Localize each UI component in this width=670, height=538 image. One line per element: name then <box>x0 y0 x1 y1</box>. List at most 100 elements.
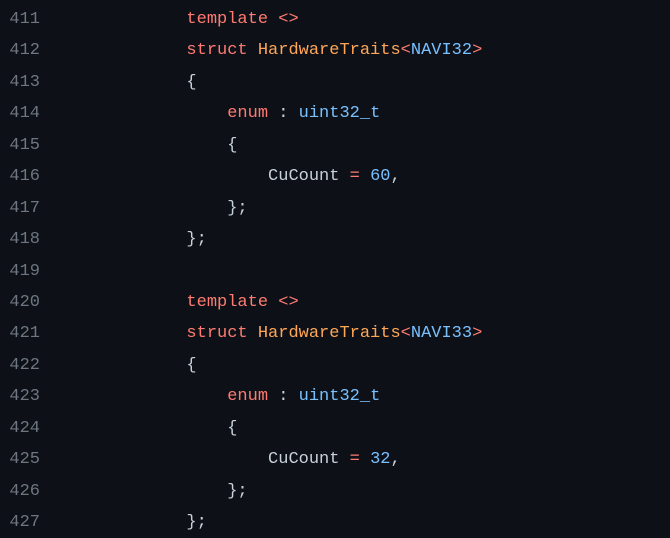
code-line: 420 template <> <box>0 287 670 318</box>
line-number: 424 <box>0 413 64 444</box>
token-num: 60 <box>370 167 390 186</box>
code-content: struct HardwareTraits<NAVI33> <box>64 318 482 349</box>
token-op: > <box>472 324 482 343</box>
token-punc: , <box>390 450 400 469</box>
code-content: { <box>64 350 197 381</box>
token-kw: template <box>186 10 268 29</box>
line-number: 417 <box>0 193 64 224</box>
code-content: CuCount = 32, <box>64 444 401 475</box>
code-content: CuCount = 60, <box>64 161 401 192</box>
token-cls: HardwareTraits <box>258 41 401 60</box>
code-content: enum : uint32_t <box>64 381 380 412</box>
token-punc: { <box>64 419 237 438</box>
line-number: 425 <box>0 444 64 475</box>
code-line: 413 { <box>0 67 670 98</box>
line-number: 415 <box>0 130 64 161</box>
token-punc <box>64 41 186 60</box>
code-content: { <box>64 130 237 161</box>
token-punc: }; <box>64 199 248 218</box>
line-number: 426 <box>0 476 64 507</box>
line-number: 427 <box>0 507 64 538</box>
token-op: <> <box>278 10 298 29</box>
code-content: enum : uint32_t <box>64 98 380 129</box>
code-line: 423 enum : uint32_t <box>0 381 670 412</box>
line-number: 413 <box>0 67 64 98</box>
token-op: = <box>350 167 360 186</box>
token-punc <box>248 41 258 60</box>
code-line: 412 struct HardwareTraits<NAVI32> <box>0 35 670 66</box>
code-line: 418 }; <box>0 224 670 255</box>
token-type: NAVI33 <box>411 324 472 343</box>
token-punc <box>268 293 278 312</box>
code-editor: 411 template <>412 struct HardwareTraits… <box>0 4 670 538</box>
line-number: 420 <box>0 287 64 318</box>
token-kw: template <box>186 293 268 312</box>
line-number: 414 <box>0 98 64 129</box>
token-punc <box>360 450 370 469</box>
token-id: CuCount <box>268 450 339 469</box>
code-content: template <> <box>64 287 299 318</box>
token-punc <box>248 324 258 343</box>
token-punc: , <box>390 167 400 186</box>
code-content: }; <box>64 507 207 538</box>
code-line: 426 }; <box>0 476 670 507</box>
token-kw: enum <box>227 104 268 123</box>
code-content: { <box>64 67 197 98</box>
token-punc: : <box>268 104 299 123</box>
code-line: 427 }; <box>0 507 670 538</box>
code-line: 414 enum : uint32_t <box>0 98 670 129</box>
token-punc: : <box>268 387 299 406</box>
line-number: 418 <box>0 224 64 255</box>
code-content: template <> <box>64 4 299 35</box>
token-op: < <box>401 41 411 60</box>
token-punc <box>64 104 227 123</box>
token-id: CuCount <box>268 167 339 186</box>
code-line: 417 }; <box>0 193 670 224</box>
code-content: }; <box>64 224 207 255</box>
token-punc: { <box>64 73 197 92</box>
token-op: <> <box>278 293 298 312</box>
token-punc <box>64 293 186 312</box>
code-content: }; <box>64 193 248 224</box>
line-number: 411 <box>0 4 64 35</box>
token-op: = <box>350 450 360 469</box>
token-punc <box>339 450 349 469</box>
token-punc <box>339 167 349 186</box>
token-kw: enum <box>227 387 268 406</box>
code-line: 411 template <> <box>0 4 670 35</box>
token-punc: }; <box>64 230 207 249</box>
line-number: 419 <box>0 256 64 287</box>
code-line: 415 { <box>0 130 670 161</box>
line-number: 412 <box>0 35 64 66</box>
token-kw: struct <box>186 41 247 60</box>
token-punc <box>64 10 186 29</box>
token-op: < <box>401 324 411 343</box>
token-type: NAVI32 <box>411 41 472 60</box>
code-content: }; <box>64 476 248 507</box>
code-line: 424 { <box>0 413 670 444</box>
line-number: 416 <box>0 161 64 192</box>
token-op: > <box>472 41 482 60</box>
token-punc <box>64 324 186 343</box>
token-punc <box>64 387 227 406</box>
code-line: 422 { <box>0 350 670 381</box>
token-punc: }; <box>64 513 207 532</box>
token-punc: { <box>64 136 237 155</box>
code-line: 419 <box>0 256 670 287</box>
token-punc: { <box>64 356 197 375</box>
token-punc <box>64 450 268 469</box>
code-line: 416 CuCount = 60, <box>0 161 670 192</box>
code-line: 425 CuCount = 32, <box>0 444 670 475</box>
line-number: 423 <box>0 381 64 412</box>
code-content: struct HardwareTraits<NAVI32> <box>64 35 482 66</box>
token-cls: HardwareTraits <box>258 324 401 343</box>
line-number: 422 <box>0 350 64 381</box>
token-num: 32 <box>370 450 390 469</box>
token-kw: struct <box>186 324 247 343</box>
code-line: 421 struct HardwareTraits<NAVI33> <box>0 318 670 349</box>
token-punc: }; <box>64 482 248 501</box>
token-type: uint32_t <box>299 387 381 406</box>
token-punc <box>360 167 370 186</box>
token-punc <box>64 167 268 186</box>
line-number: 421 <box>0 318 64 349</box>
